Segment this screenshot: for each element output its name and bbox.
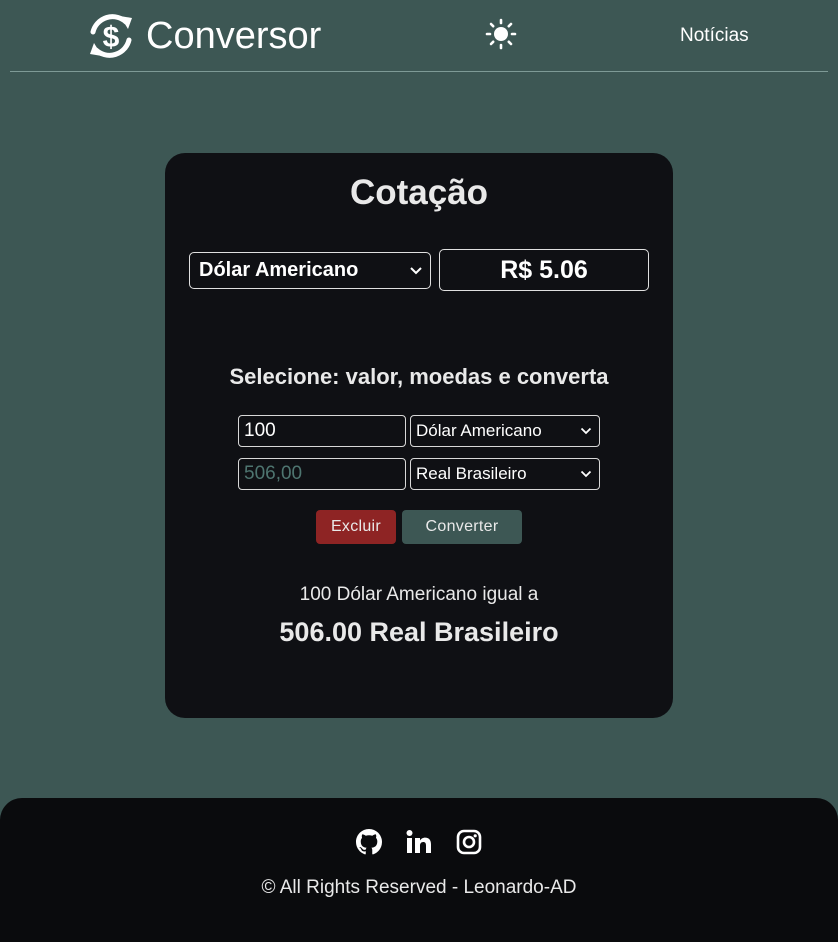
brand[interactable]: $ Conversor xyxy=(86,12,321,60)
quote-currency-select[interactable]: Dólar Americano xyxy=(189,252,431,289)
linkedin-icon[interactable] xyxy=(406,829,432,855)
nav-link-news[interactable]: Notícias xyxy=(680,25,749,47)
github-icon[interactable] xyxy=(356,829,382,855)
amount-input[interactable]: 100 xyxy=(238,415,406,447)
convert-button[interactable]: Converter xyxy=(402,510,522,544)
from-currency-value: Dólar Americano xyxy=(416,421,542,440)
chevron-down-icon xyxy=(409,266,423,276)
result-value: 506.00 Real Brasileiro xyxy=(279,617,559,647)
instagram-icon[interactable] xyxy=(456,829,482,855)
chevron-down-icon xyxy=(580,427,592,436)
quote-value: R$ 5.06 xyxy=(439,249,649,291)
copyright: © All Rights Reserved - Leonardo-AD xyxy=(261,877,577,898)
social-links xyxy=(356,829,482,855)
result-summary: 100 Dólar Americano igual a xyxy=(299,584,539,605)
result-input[interactable]: 506,00 xyxy=(238,458,406,490)
header-divider xyxy=(10,71,828,72)
sun-icon[interactable] xyxy=(485,18,517,50)
dollar-exchange-icon: $ xyxy=(86,12,136,60)
delete-button[interactable]: Excluir xyxy=(316,510,396,544)
converter-instruction: Selecione: valor, moedas e converta xyxy=(229,364,609,389)
chevron-down-icon xyxy=(580,470,592,479)
brand-name: Conversor xyxy=(146,15,322,57)
site-header: $ Conversor Notícias xyxy=(0,0,838,72)
quote-currency-value: Dólar Americano xyxy=(199,259,359,281)
to-currency-value: Real Brasileiro xyxy=(416,464,527,483)
from-currency-select[interactable]: Dólar Americano xyxy=(410,415,600,447)
site-footer xyxy=(0,798,838,942)
card-title: Cotação xyxy=(349,173,489,212)
to-currency-select[interactable]: Real Brasileiro xyxy=(410,458,600,490)
svg-text:$: $ xyxy=(103,21,120,54)
